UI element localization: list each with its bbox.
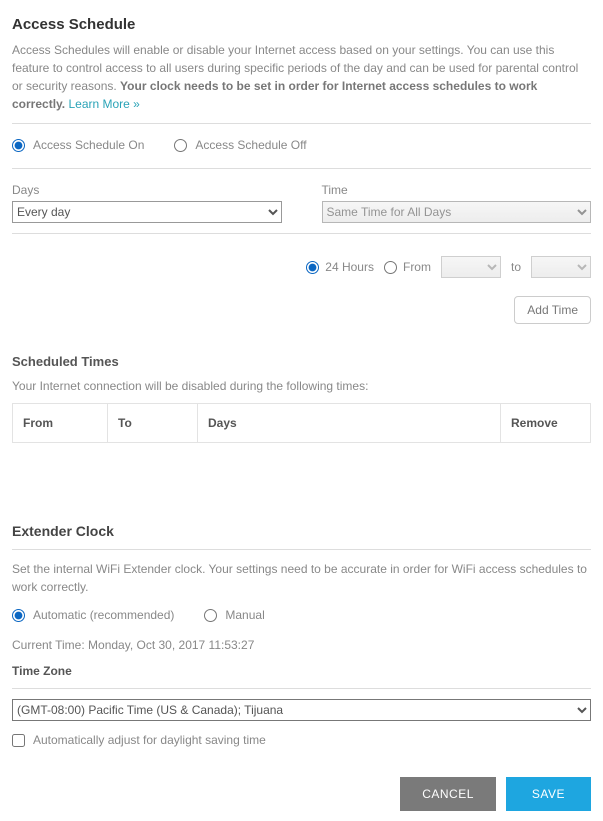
to-label: to <box>511 260 521 274</box>
clock-auto-option[interactable]: Automatic (recommended) <box>12 608 174 622</box>
hours-from-radio[interactable] <box>384 261 397 274</box>
clock-manual-radio[interactable] <box>204 609 217 622</box>
schedule-on-radio[interactable] <box>12 139 25 152</box>
to-time-select <box>531 256 591 278</box>
clock-mode-row: Automatic (recommended) Manual <box>12 604 591 628</box>
schedule-toggle-row: Access Schedule On Access Schedule Off <box>12 134 591 158</box>
current-time-prefix: Current Time: <box>12 638 88 652</box>
divider <box>12 168 591 169</box>
schedule-off-option[interactable]: Access Schedule Off <box>174 138 306 152</box>
from-time-select <box>441 256 501 278</box>
clock-manual-option[interactable]: Manual <box>204 608 264 622</box>
timezone-label: Time Zone <box>12 664 591 678</box>
divider <box>12 688 591 689</box>
dst-label: Automatically adjust for daylight saving… <box>33 733 266 747</box>
divider <box>12 123 591 124</box>
extender-clock-title: Extender Clock <box>12 523 591 539</box>
clock-auto-label: Automatic (recommended) <box>33 608 174 622</box>
days-select[interactable]: Every day <box>12 201 282 223</box>
schedule-on-label: Access Schedule On <box>33 138 144 152</box>
days-time-row: Days Every day Time Same Time for All Da… <box>12 183 591 223</box>
timezone-select[interactable]: (GMT-08:00) Pacific Time (US & Canada); … <box>12 699 591 721</box>
clock-auto-radio[interactable] <box>12 609 25 622</box>
cancel-button[interactable]: CANCEL <box>400 777 496 811</box>
scheduled-times-table: From To Days Remove <box>12 403 591 443</box>
dst-checkbox[interactable] <box>12 734 25 747</box>
divider <box>12 233 591 234</box>
access-schedule-desc: Access Schedules will enable or disable … <box>12 41 591 113</box>
time-select: Same Time for All Days <box>322 201 592 223</box>
hours-24-option[interactable]: 24 Hours <box>306 260 374 274</box>
learn-more-link[interactable]: Learn More » <box>68 97 139 111</box>
col-from: From <box>13 404 108 443</box>
schedule-off-label: Access Schedule Off <box>195 138 306 152</box>
scheduled-times-title: Scheduled Times <box>12 354 591 369</box>
access-schedule-title: Access Schedule <box>12 16 591 33</box>
hours-from-label: From <box>403 260 431 274</box>
schedule-off-radio[interactable] <box>174 139 187 152</box>
current-time: Current Time: Monday, Oct 30, 2017 11:53… <box>12 638 591 652</box>
save-button[interactable]: SAVE <box>506 777 591 811</box>
days-label: Days <box>12 183 282 197</box>
schedule-on-option[interactable]: Access Schedule On <box>12 138 144 152</box>
hours-24-label: 24 Hours <box>325 260 374 274</box>
col-remove: Remove <box>501 404 591 443</box>
col-to: To <box>108 404 198 443</box>
divider <box>12 549 591 550</box>
hours-from-option[interactable]: From <box>384 260 431 274</box>
clock-manual-label: Manual <box>225 608 264 622</box>
col-days: Days <box>198 404 501 443</box>
scheduled-times-desc: Your Internet connection will be disable… <box>12 377 591 395</box>
hours-24-radio[interactable] <box>306 261 319 274</box>
current-time-value: Monday, Oct 30, 2017 11:53:27 <box>88 638 254 652</box>
extender-clock-desc: Set the internal WiFi Extender clock. Yo… <box>12 560 591 596</box>
time-label: Time <box>322 183 592 197</box>
hours-row: 24 Hours From to <box>12 256 591 278</box>
add-time-button[interactable]: Add Time <box>514 296 591 324</box>
